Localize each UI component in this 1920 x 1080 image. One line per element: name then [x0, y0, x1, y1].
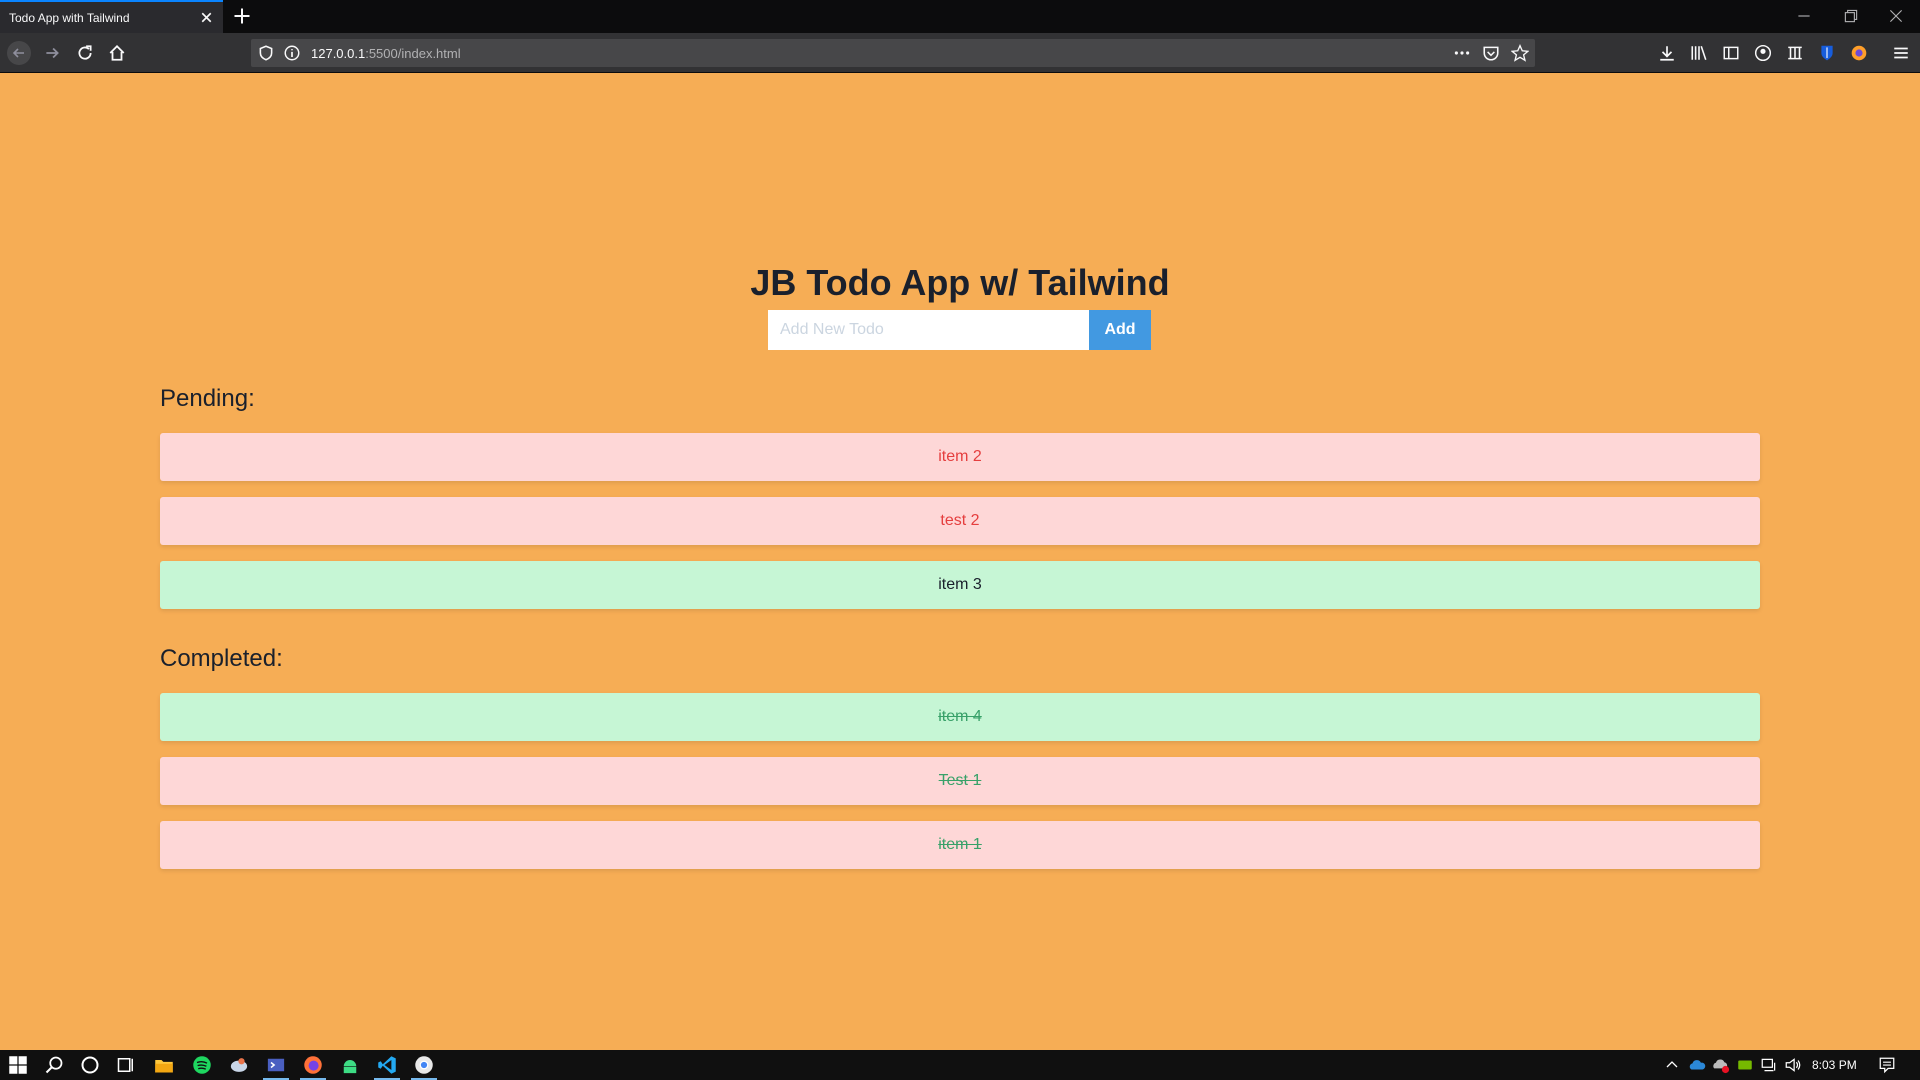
account-icon[interactable]	[1754, 44, 1772, 62]
bookmark-star-icon[interactable]	[1511, 44, 1529, 62]
sidebar-icon[interactable]	[1722, 44, 1740, 62]
url-path: :5500/index.html	[365, 46, 461, 61]
restore-icon[interactable]	[1842, 7, 1860, 25]
chrome-icon[interactable]	[414, 1055, 434, 1075]
tab-strip: Todo App with Tailwind	[0, 0, 1920, 33]
tracking-shield-icon[interactable]	[257, 44, 275, 62]
completed-heading: Completed:	[160, 645, 283, 672]
spotify-icon[interactable]	[192, 1055, 212, 1075]
home-icon[interactable]	[108, 44, 126, 62]
reload-icon[interactable]	[76, 44, 94, 62]
add-button[interactable]: Add	[1089, 310, 1151, 350]
downloads-icon[interactable]	[1658, 44, 1676, 62]
file-explorer-icon[interactable]	[154, 1055, 174, 1075]
close-tab-icon[interactable]	[198, 9, 215, 26]
sync-error-icon[interactable]	[1712, 1056, 1730, 1074]
todo-text: item 3	[938, 576, 982, 593]
page-actions-icon[interactable]	[1453, 44, 1471, 62]
todo-text: item 2	[938, 448, 982, 465]
volume-icon[interactable]	[1784, 1056, 1802, 1074]
pending-todo-item[interactable]: test 2	[160, 497, 1760, 545]
completed-todo-item[interactable]: item 4	[160, 693, 1760, 741]
completed-todo-item[interactable]: item 1	[160, 821, 1760, 869]
url-bar[interactable]: 127.0.0.1:5500/index.html	[251, 39, 1535, 67]
clock[interactable]: 8:03 PM	[1812, 1058, 1857, 1072]
app-icon[interactable]	[229, 1055, 249, 1075]
url-host: 127.0.0.1	[311, 46, 366, 61]
forward-arrow-icon[interactable]	[43, 44, 61, 62]
library-icon[interactable]	[1690, 44, 1708, 62]
firefox-icon[interactable]	[303, 1055, 323, 1075]
back-arrow-icon	[12, 48, 24, 58]
taskbar: 8:03 PM	[0, 1050, 1920, 1080]
add-todo-form: Add	[768, 310, 1151, 350]
nvidia-icon[interactable]	[1736, 1056, 1754, 1074]
new-todo-input[interactable]	[768, 310, 1089, 350]
pocket-icon[interactable]	[1482, 44, 1500, 62]
menu-icon[interactable]	[1892, 44, 1910, 62]
tab-title: Todo App with Tailwind	[9, 11, 130, 25]
terminal-app-icon[interactable]	[266, 1055, 286, 1075]
browser-tab[interactable]: Todo App with Tailwind	[0, 0, 223, 33]
app-title: JB Todo App w/ Tailwind	[750, 262, 1170, 303]
show-hidden-icons-chevron-icon[interactable]	[1664, 1057, 1680, 1073]
pending-todo-item[interactable]: item 2	[160, 433, 1760, 481]
todo-text: item 1	[938, 836, 982, 853]
todo-text: test 2	[940, 512, 980, 529]
url-text[interactable]: 127.0.0.1:5500/index.html	[311, 46, 461, 61]
window-close-icon[interactable]	[1887, 7, 1905, 25]
back-button[interactable]	[7, 41, 31, 65]
android-app-icon[interactable]	[340, 1055, 360, 1075]
completed-todo-item[interactable]: Test 1	[160, 757, 1760, 805]
minimize-icon[interactable]	[1795, 7, 1813, 25]
onedrive-icon[interactable]	[1688, 1056, 1706, 1074]
todo-text: item 4	[938, 708, 982, 725]
network-icon[interactable]	[1760, 1056, 1778, 1074]
vscode-icon[interactable]	[377, 1055, 397, 1075]
new-tab-icon[interactable]	[232, 6, 252, 26]
profile-extension-icon[interactable]	[1850, 44, 1868, 62]
search-icon[interactable]	[44, 1055, 64, 1075]
pending-todo-item[interactable]: item 3	[160, 561, 1760, 609]
windows-start-icon[interactable]	[8, 1055, 28, 1075]
cortana-icon[interactable]	[80, 1055, 100, 1075]
action-center-icon[interactable]	[1878, 1056, 1896, 1074]
site-info-icon[interactable]	[283, 44, 301, 62]
task-view-icon[interactable]	[116, 1055, 136, 1075]
nav-bar: 127.0.0.1:5500/index.html	[0, 33, 1920, 73]
page-viewport: JB Todo App w/ Tailwind Add Pending: ite…	[0, 74, 1920, 1050]
bitwarden-extension-icon[interactable]	[1818, 44, 1836, 62]
pending-heading: Pending:	[160, 385, 255, 412]
todo-text: Test 1	[938, 772, 982, 789]
extension-grid-icon[interactable]	[1786, 44, 1804, 62]
